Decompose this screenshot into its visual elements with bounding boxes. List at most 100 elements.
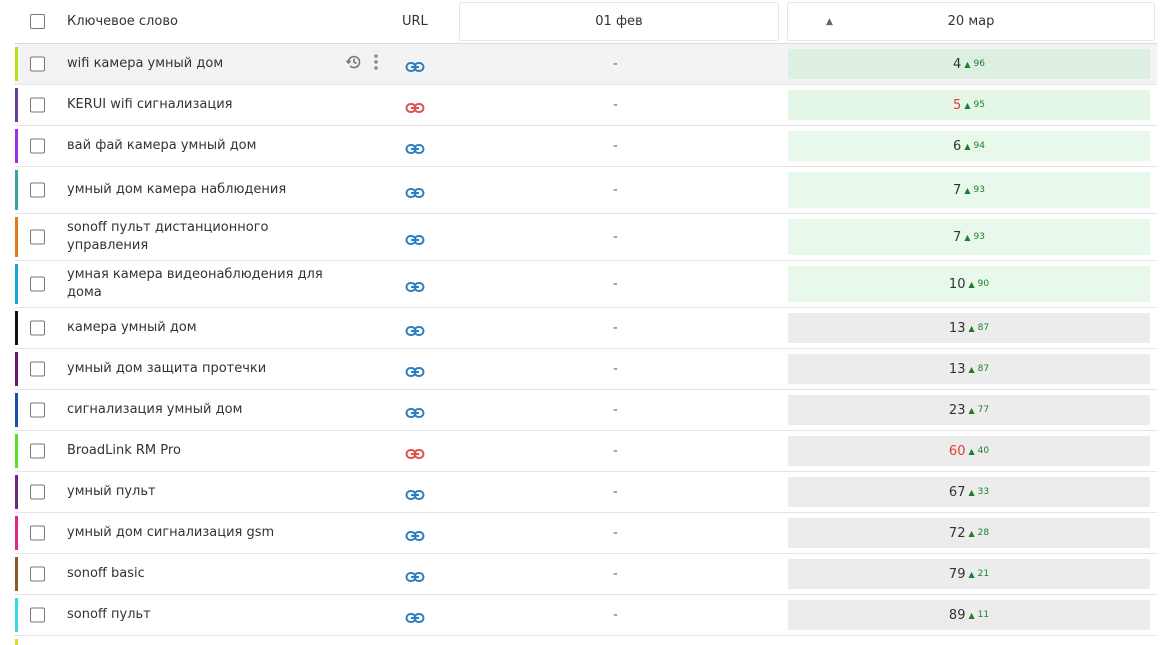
keyword-text[interactable]: вай фай камера умный дом <box>67 137 337 155</box>
table-row[interactable]: умная камера видеонаблюдения для дома - 10… <box>15 261 1157 308</box>
keyword-text[interactable]: sonoff пульт <box>67 606 337 624</box>
up-arrow-icon: ▲ <box>968 487 975 497</box>
keyword-text[interactable]: sonoff пульт дистанционного управления <box>67 219 337 255</box>
table-row[interactable]: wifi камера умный дом - 4 ▲ 96 <box>15 44 1157 85</box>
position-change: 11 <box>977 610 990 620</box>
keyword-text[interactable]: умная камера видеонаблюдения для дома <box>67 266 337 302</box>
row-tools <box>345 53 379 75</box>
url-link-icon[interactable] <box>405 445 425 459</box>
keyword-text[interactable]: сигнализация умный дом <box>67 401 337 419</box>
position-20-mar: 23 ▲ 77 <box>788 395 1150 425</box>
url-link-icon[interactable] <box>405 140 425 154</box>
url-link-icon[interactable] <box>405 527 425 541</box>
keyword-text[interactable]: умный дом сигнализация gsm <box>67 524 337 542</box>
position-20-mar: 6 ▲ 94 <box>788 131 1150 161</box>
position-value: 10 <box>948 276 966 292</box>
up-arrow-icon: ▲ <box>964 185 971 195</box>
keyword-text[interactable]: BroadLink RM Pro <box>67 442 337 460</box>
position-20-mar: 4 ▲ 96 <box>788 49 1150 79</box>
select-all-checkbox-cell[interactable] <box>30 0 45 43</box>
table-row[interactable]: камера умный дом - 13 ▲ 87 <box>15 308 1157 349</box>
table-row[interactable]: sonoff basic - 79 ▲ 21 <box>15 554 1157 595</box>
keyword-column-header[interactable]: Ключевое слово <box>67 0 178 43</box>
position-value: 79 <box>948 566 966 582</box>
position-01-feb: - <box>613 525 618 541</box>
keyword-text[interactable]: умный дом защита протечки <box>67 360 337 378</box>
position-20-mar: 67 ▲ 33 <box>788 477 1150 507</box>
date-column-header-20-mar[interactable]: ▲ 20 мар <box>787 2 1155 41</box>
sort-ascending-icon[interactable]: ▲ <box>826 17 833 27</box>
url-link-icon[interactable] <box>405 231 425 245</box>
url-link-icon[interactable] <box>405 486 425 500</box>
up-arrow-icon: ▲ <box>964 100 971 110</box>
more-options-icon[interactable] <box>373 53 379 75</box>
position-01-feb: - <box>613 484 618 500</box>
row-checkbox[interactable] <box>30 525 45 541</box>
row-checkbox[interactable] <box>30 484 45 500</box>
table-row[interactable]: умный пульт - 67 ▲ 33 <box>15 472 1157 513</box>
position-20-mar: 89 ▲ 11 <box>788 600 1150 630</box>
position-value: 67 <box>948 484 966 500</box>
url-link-icon[interactable] <box>405 58 425 72</box>
table-row[interactable]: sonoff пульт дистанционного управления - 7… <box>15 214 1157 261</box>
row-color-stripe <box>15 217 18 257</box>
table-row[interactable]: sonoff пульт - 89 ▲ 11 <box>15 595 1157 636</box>
row-color-stripe <box>15 393 18 427</box>
keyword-text[interactable]: умный пульт <box>67 483 337 501</box>
position-change: 90 <box>977 279 990 289</box>
row-checkbox[interactable] <box>30 276 45 292</box>
url-link-icon[interactable] <box>405 363 425 377</box>
table-row[interactable]: KERUI wifi сигнализация - 5 ▲ 95 <box>15 85 1157 126</box>
url-link-icon[interactable] <box>405 609 425 623</box>
table-row[interactable]: BroadLink RM Pro - 60 ▲ 40 <box>15 431 1157 472</box>
keyword-text[interactable]: sonoff basic <box>67 565 337 583</box>
keyword-text[interactable]: wifi камера умный дом <box>67 55 337 73</box>
table-row[interactable]: умный дом камера наблюдения - 7 ▲ 93 <box>15 167 1157 214</box>
row-checkbox[interactable] <box>30 182 45 198</box>
row-checkbox[interactable] <box>30 402 45 418</box>
table-row[interactable]: сигнализация умный дом - 23 ▲ 77 <box>15 390 1157 431</box>
position-change: 87 <box>977 364 990 374</box>
row-color-stripe <box>15 352 18 386</box>
table-row[interactable]: умный дом защита протечки - 13 ▲ 87 <box>15 349 1157 390</box>
row-checkbox[interactable] <box>30 56 45 72</box>
keyword-text[interactable]: умный дом камера наблюдения <box>67 181 337 199</box>
position-01-feb: - <box>613 443 618 459</box>
url-link-icon[interactable] <box>405 184 425 198</box>
row-color-stripe <box>15 264 18 304</box>
position-change: 87 <box>977 323 990 333</box>
row-color-stripe <box>15 434 18 468</box>
row-checkbox[interactable] <box>30 361 45 377</box>
table-row[interactable]: вай фай камера умный дом - 6 ▲ 94 <box>15 126 1157 167</box>
row-color-stripe <box>15 557 18 591</box>
row-checkbox[interactable] <box>30 320 45 336</box>
url-link-icon[interactable] <box>405 404 425 418</box>
position-change: 95 <box>973 100 985 110</box>
position-change: 21 <box>977 569 990 579</box>
position-20-mar: 79 ▲ 21 <box>788 559 1150 589</box>
url-link-icon[interactable] <box>405 568 425 582</box>
url-link-icon[interactable] <box>405 322 425 336</box>
up-arrow-icon: ▲ <box>964 141 971 151</box>
keyword-text[interactable]: камера умный дом <box>67 319 337 337</box>
date-column-header-01-feb[interactable]: 01 фев <box>459 2 779 41</box>
table-row[interactable]: умный дом сигнализация gsm - 72 ▲ 28 <box>15 513 1157 554</box>
position-20-mar: 60 ▲ 40 <box>788 436 1150 466</box>
history-icon[interactable] <box>345 53 363 75</box>
url-link-icon[interactable] <box>405 278 425 292</box>
position-20-mar: 10 ▲ 90 <box>788 266 1150 302</box>
up-arrow-icon: ▲ <box>968 405 975 415</box>
row-checkbox[interactable] <box>30 607 45 623</box>
row-checkbox[interactable] <box>30 97 45 113</box>
position-value: 7 <box>953 229 962 245</box>
row-checkbox[interactable] <box>30 566 45 582</box>
row-checkbox[interactable] <box>30 138 45 154</box>
select-all-checkbox[interactable] <box>30 14 45 29</box>
row-checkbox[interactable] <box>30 229 45 245</box>
position-change: 93 <box>973 232 985 242</box>
row-color-stripe <box>15 516 18 550</box>
url-column-header[interactable]: URL <box>402 0 428 43</box>
row-checkbox[interactable] <box>30 443 45 459</box>
keyword-text[interactable]: KERUI wifi сигнализация <box>67 96 337 114</box>
url-link-icon[interactable] <box>405 99 425 113</box>
